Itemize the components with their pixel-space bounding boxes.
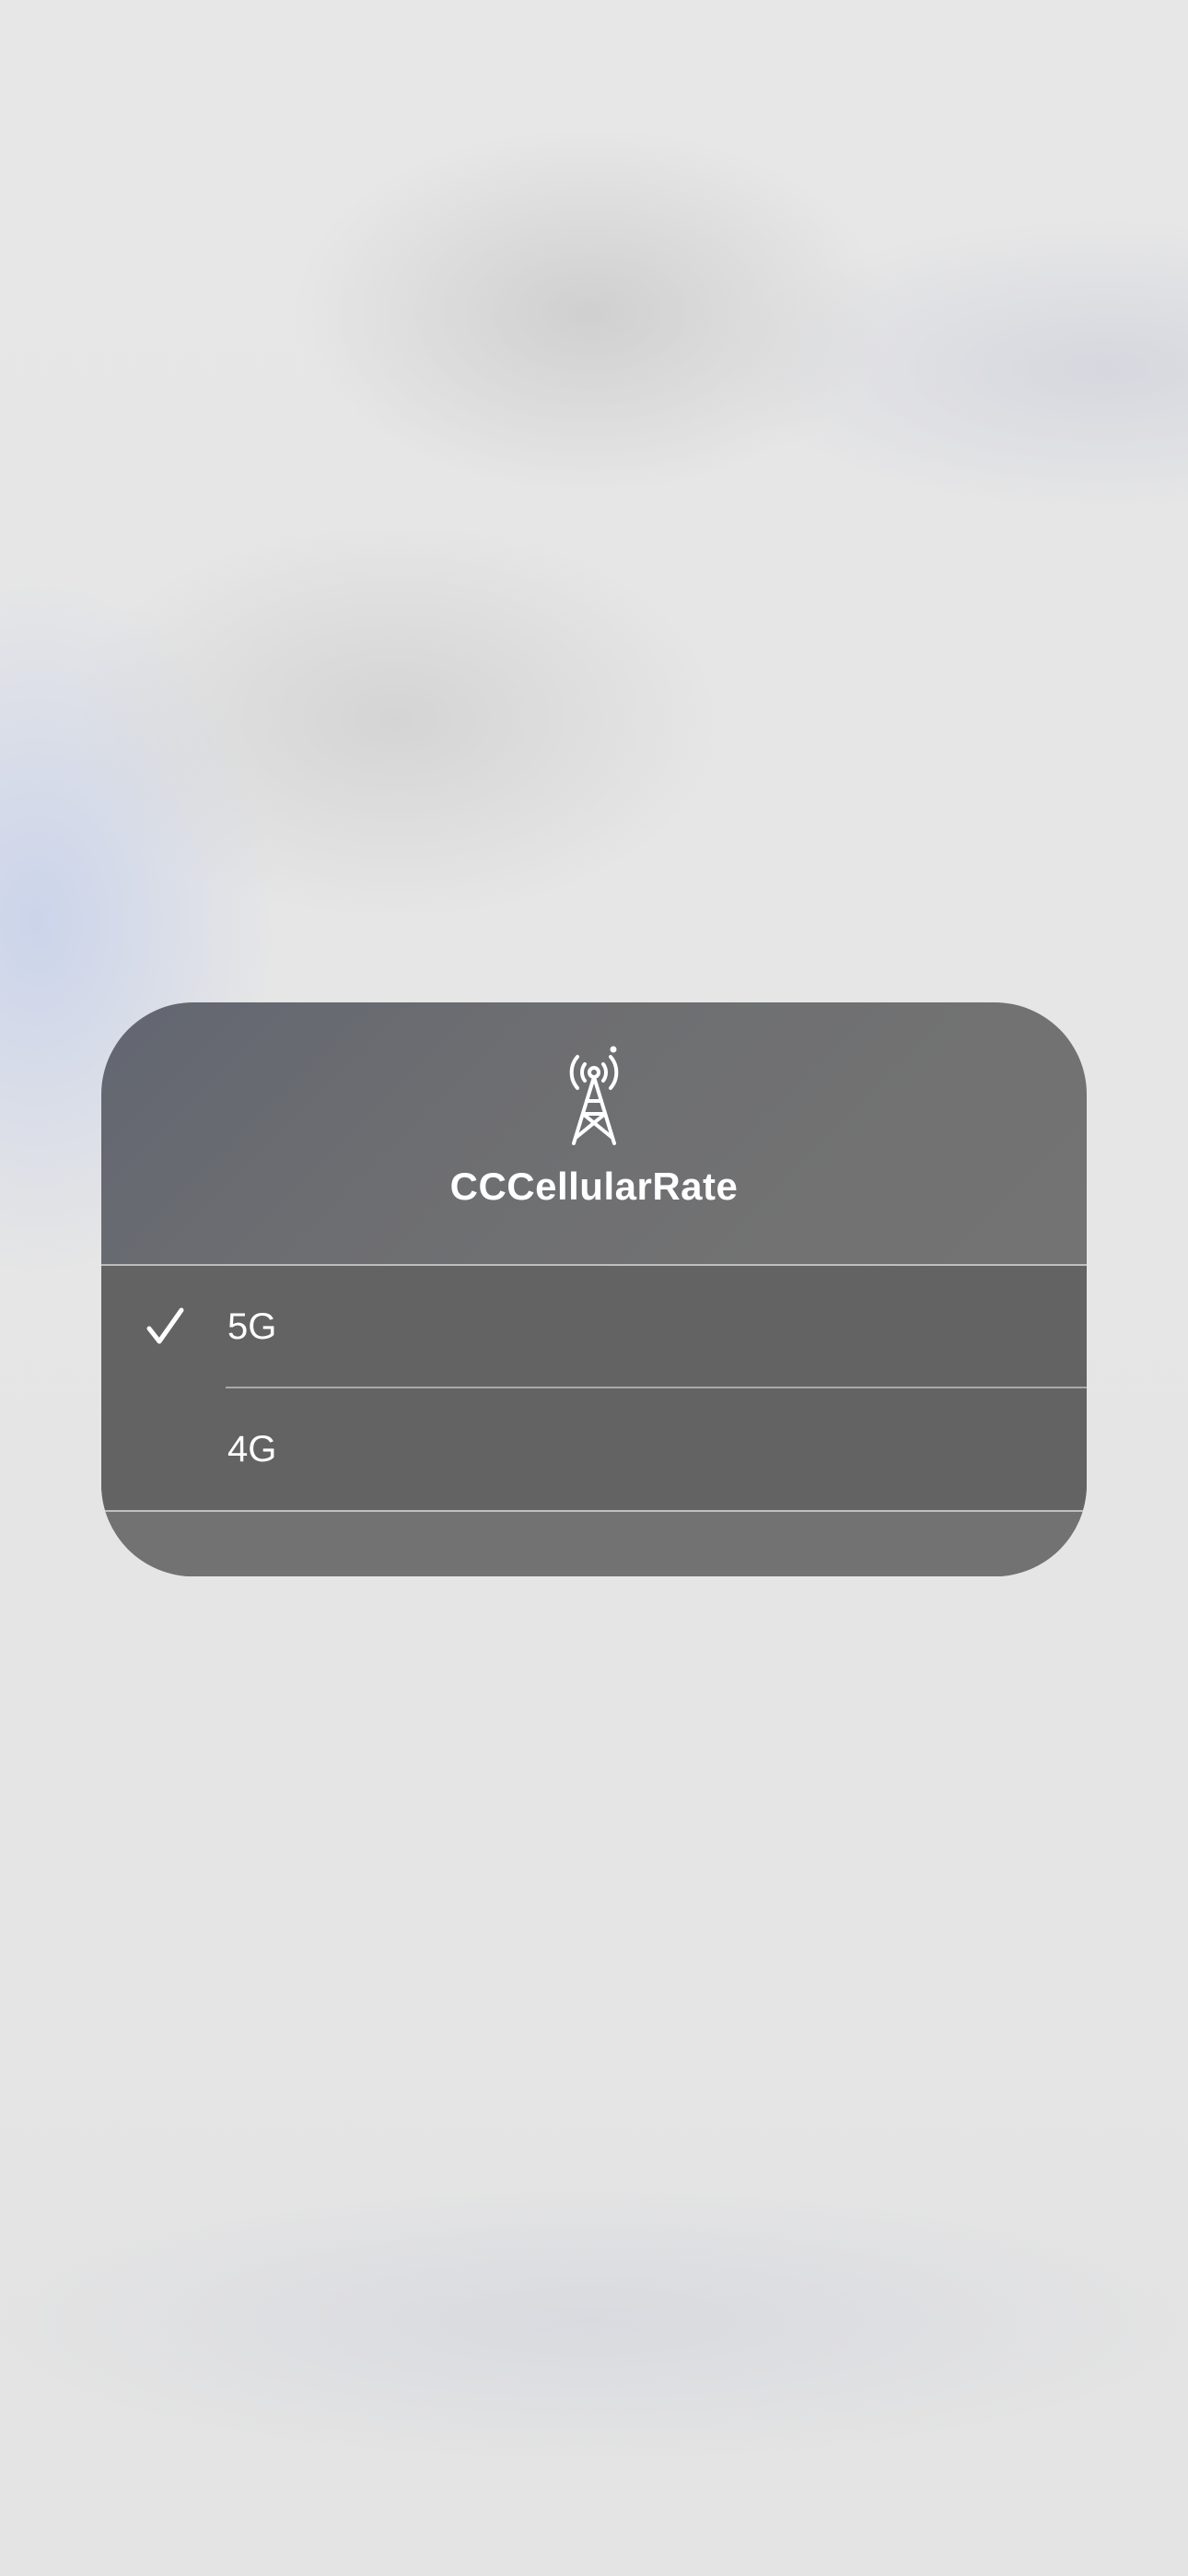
option-label: 4G (227, 1429, 277, 1469)
cell-tower-icon (552, 1044, 636, 1147)
option-label: 5G (227, 1306, 277, 1347)
option-5g[interactable]: 5G (101, 1266, 1087, 1387)
menu-header: CCCellularRate (101, 1002, 1087, 1264)
menu-title: CCCellularRate (449, 1165, 739, 1208)
option-4g[interactable]: 4G (101, 1388, 1087, 1509)
checkmark-icon (146, 1306, 186, 1347)
cellular-rate-menu: CCCellularRate 5G 4G (101, 1002, 1087, 1576)
menu-footer (101, 1512, 1087, 1576)
